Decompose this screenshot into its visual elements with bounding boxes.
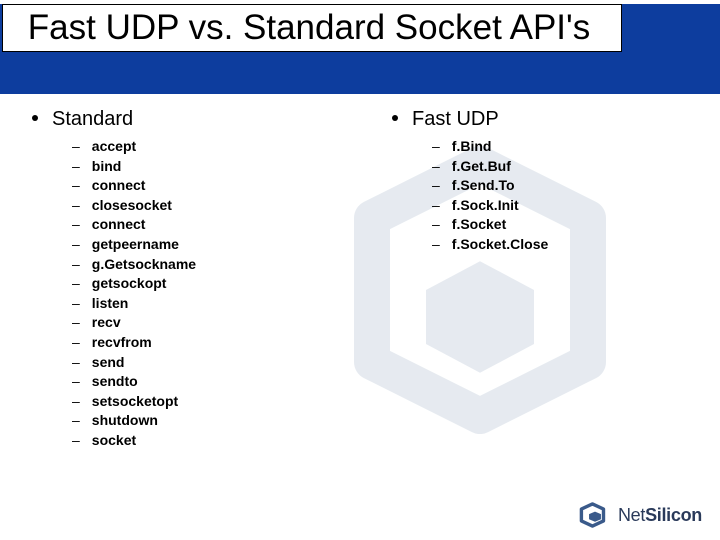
dash-icon: – [72,137,80,157]
list-item-label: connect [92,215,146,235]
standard-list: –accept –bind –connect –closesocket –con… [72,137,360,451]
list-item-label: shutdown [92,411,158,431]
list-item: –f.Send.To [432,176,720,196]
fastudp-list: –f.Bind –f.Get.Buf –f.Send.To –f.Sock.In… [432,137,720,255]
dash-icon: – [72,313,80,333]
footer-brand: NetSilicon [578,502,702,528]
dash-icon: – [72,353,80,373]
list-item: –recvfrom [72,333,360,353]
list-item: –listen [72,294,360,314]
list-item: –setsocketopt [72,392,360,412]
bullet-icon [392,115,398,121]
list-item-label: f.Sock.Init [452,196,519,216]
column-heading-label: Standard [52,108,133,131]
column-heading-label: Fast UDP [412,108,499,131]
column-standard: Standard –accept –bind –connect –closeso… [0,108,360,478]
dash-icon: – [72,392,80,412]
list-item-label: f.Bind [452,137,492,157]
dash-icon: – [72,411,80,431]
list-item: –getpeername [72,235,360,255]
bullet-icon [32,115,38,121]
slide-title: Fast UDP vs. Standard Socket API's [2,4,622,52]
dash-icon: – [72,431,80,451]
list-item: –getsockopt [72,274,360,294]
dash-icon: – [432,137,440,157]
list-item: –connect [72,215,360,235]
list-item: –accept [72,137,360,157]
list-item-label: recvfrom [92,333,152,353]
list-item-label: listen [92,294,129,314]
dash-icon: – [72,215,80,235]
dash-icon: – [72,157,80,177]
list-item-label: getsockopt [92,274,167,294]
list-item-label: f.Send.To [452,176,515,196]
list-item-label: closesocket [92,196,172,216]
list-item: –f.Socket.Close [432,235,720,255]
list-item: –sendto [72,372,360,392]
list-item-label: connect [92,176,146,196]
brand-text: NetSilicon [618,505,702,526]
column-heading: Fast UDP [392,108,720,131]
list-item: –recv [72,313,360,333]
list-item: –connect [72,176,360,196]
list-item-label: f.Get.Buf [452,157,511,177]
list-item: –bind [72,157,360,177]
list-item-label: sendto [92,372,138,392]
list-item-label: setsocketopt [92,392,178,412]
list-item: –f.Bind [432,137,720,157]
list-item-label: send [92,353,125,373]
column-fastudp: Fast UDP –f.Bind –f.Get.Buf –f.Send.To –… [360,108,720,478]
content-columns: Standard –accept –bind –connect –closeso… [0,108,720,478]
dash-icon: – [72,294,80,314]
brand-silicon: Silicon [645,505,702,525]
dash-icon: – [432,215,440,235]
list-item: –closesocket [72,196,360,216]
dash-icon: – [432,196,440,216]
list-item-label: g.Getsockname [92,255,196,275]
column-heading: Standard [32,108,360,131]
list-item: –shutdown [72,411,360,431]
list-item-label: f.Socket.Close [452,235,548,255]
list-item-label: f.Socket [452,215,506,235]
list-item: –send [72,353,360,373]
brand-mark-icon [578,502,612,528]
list-item-label: recv [92,313,121,333]
list-item: –f.Socket [432,215,720,235]
dash-icon: – [72,333,80,353]
list-item-label: bind [92,157,122,177]
dash-icon: – [72,255,80,275]
list-item: –f.Get.Buf [432,157,720,177]
list-item-label: getpeername [92,235,179,255]
dash-icon: – [72,176,80,196]
list-item: –f.Sock.Init [432,196,720,216]
brand-net: Net [618,505,645,525]
list-item-label: accept [92,137,136,157]
list-item: –socket [72,431,360,451]
dash-icon: – [72,196,80,216]
dash-icon: – [72,235,80,255]
dash-icon: – [432,235,440,255]
dash-icon: – [432,176,440,196]
list-item-label: socket [92,431,136,451]
dash-icon: – [72,274,80,294]
list-item: –g.Getsockname [72,255,360,275]
dash-icon: – [432,157,440,177]
dash-icon: – [72,372,80,392]
